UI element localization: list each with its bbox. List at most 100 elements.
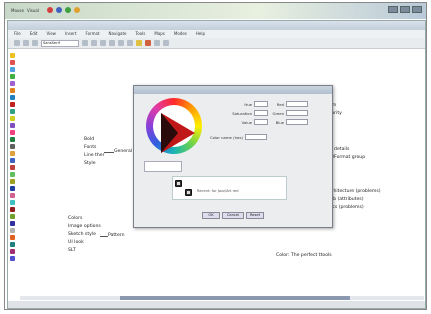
- open-icon[interactable]: [23, 40, 29, 46]
- palette-icon-14[interactable]: [10, 151, 15, 156]
- node-left2-1[interactable]: Colors: [68, 216, 82, 221]
- ok-button[interactable]: OK: [202, 212, 220, 219]
- close-button[interactable]: [412, 6, 422, 13]
- node-left-group[interactable]: General: [114, 149, 132, 154]
- palette-icon-10[interactable]: [10, 123, 15, 128]
- menu-bar: File Edit View Insert Format Navigate Tools Map…: [8, 30, 425, 38]
- palette-icon-19[interactable]: [10, 186, 15, 191]
- flag-icon[interactable]: [145, 40, 151, 46]
- node-left-1[interactable]: Bold: [84, 137, 94, 142]
- blue-input[interactable]: [286, 119, 308, 125]
- red-icon[interactable]: [47, 7, 53, 13]
- redo-icon[interactable]: [109, 40, 115, 46]
- blue-icon[interactable]: [56, 7, 62, 13]
- menu-item-1[interactable]: Edit: [30, 31, 38, 37]
- palette-icon-24[interactable]: [10, 221, 15, 226]
- icon-palette: [10, 51, 18, 301]
- hue-label: Hue: [244, 101, 252, 107]
- cancel-button[interactable]: Cancel: [222, 212, 244, 219]
- menu-item-7[interactable]: Maps: [154, 31, 165, 37]
- orange-icon[interactable]: [74, 7, 80, 13]
- color-swatch-icon[interactable]: [185, 189, 192, 196]
- saturation-input[interactable]: [254, 110, 268, 116]
- value-input[interactable]: [254, 119, 268, 125]
- menu-item-4[interactable]: Format: [85, 31, 99, 37]
- triangle-shade: [161, 113, 178, 153]
- palette-icon-13[interactable]: [10, 144, 15, 149]
- green-input[interactable]: [286, 110, 308, 116]
- hex-input[interactable]: [244, 134, 267, 140]
- menu-item-6[interactable]: Tools: [136, 31, 146, 37]
- palette-icon-20[interactable]: [10, 193, 15, 198]
- menu-item-2[interactable]: View: [46, 31, 56, 37]
- palette-icon-3[interactable]: [10, 74, 15, 79]
- node-left-4[interactable]: Style: [84, 161, 96, 166]
- palette-icon-29[interactable]: [10, 256, 15, 261]
- node-left-3[interactable]: Line ther: [84, 153, 104, 158]
- palette-icon-9[interactable]: [10, 116, 15, 121]
- menu-item-0[interactable]: File: [14, 31, 21, 37]
- green-icon[interactable]: [65, 7, 71, 13]
- eyedropper-icon[interactable]: [175, 180, 182, 187]
- node-left-2[interactable]: Fonts: [84, 145, 96, 150]
- menu-item-5[interactable]: Navigate: [109, 31, 127, 37]
- hex-label: Color name (hex): [210, 134, 243, 140]
- menu-item-8[interactable]: Modes: [174, 31, 187, 37]
- new-icon[interactable]: [14, 40, 20, 46]
- palette-icon-21[interactable]: [10, 200, 15, 205]
- node-left2-4[interactable]: UI look: [68, 240, 84, 245]
- palette-icon-6[interactable]: [10, 95, 15, 100]
- font-select[interactable]: SansSerif: [41, 39, 79, 47]
- palette-icon-11[interactable]: [10, 130, 15, 135]
- menu-item-3[interactable]: Insert: [65, 31, 76, 37]
- link-icon[interactable]: [154, 40, 160, 46]
- palette-icon-26[interactable]: [10, 235, 15, 240]
- undo-icon[interactable]: [100, 40, 106, 46]
- save-icon[interactable]: [32, 40, 38, 46]
- italic-icon[interactable]: [91, 40, 97, 46]
- toolbar: SansSerif: [8, 38, 425, 49]
- green-label: Green: [272, 110, 285, 116]
- red-input[interactable]: [286, 101, 308, 107]
- node-left2-2[interactable]: Image options: [68, 224, 101, 229]
- color-triangle-area[interactable]: [153, 105, 195, 153]
- palette-icon-27[interactable]: [10, 242, 15, 247]
- hue-input[interactable]: [254, 101, 268, 107]
- maximize-button[interactable]: [400, 6, 410, 13]
- node-left2-group[interactable]: Pattern: [108, 233, 125, 238]
- node-icon[interactable]: [163, 40, 169, 46]
- palette-icon-15[interactable]: [10, 158, 15, 163]
- scrollbar-thumb[interactable]: [120, 296, 350, 300]
- bold-icon[interactable]: [82, 40, 88, 46]
- palette-icon-7[interactable]: [10, 102, 15, 107]
- palette-icon-5[interactable]: [10, 88, 15, 93]
- zoom-out-icon[interactable]: [127, 40, 133, 46]
- palette-icon-17[interactable]: [10, 172, 15, 177]
- menu-item-9[interactable]: Help: [196, 31, 205, 37]
- reset-button[interactable]: Reset: [246, 212, 264, 219]
- palette-icon-1[interactable]: [10, 60, 15, 65]
- center-node[interactable]: Color: The perfect ttools: [276, 253, 332, 258]
- palette-icon-2[interactable]: [10, 67, 15, 72]
- star-icon[interactable]: [136, 40, 142, 46]
- minimize-button[interactable]: [388, 6, 398, 13]
- desktop-taskbar: Mouse Visual: [5, 3, 426, 19]
- zoom-in-icon[interactable]: [118, 40, 124, 46]
- horizontal-scrollbar[interactable]: [20, 296, 424, 300]
- node-left2-5[interactable]: SLT: [68, 248, 76, 253]
- palette-icon-23[interactable]: [10, 214, 15, 219]
- node-right3-1[interactable]: Architecture (problems): [326, 189, 381, 194]
- palette-icon-4[interactable]: [10, 81, 15, 86]
- status-bar: [8, 301, 425, 308]
- palette-icon-12[interactable]: [10, 137, 15, 142]
- palette-icon-22[interactable]: [10, 207, 15, 212]
- palette-icon-0[interactable]: [10, 53, 15, 58]
- node-left2-3[interactable]: Sketch style: [68, 232, 96, 237]
- palette-icon-8[interactable]: [10, 109, 15, 114]
- palette-icon-18[interactable]: [10, 179, 15, 184]
- palette-icon-28[interactable]: [10, 249, 15, 254]
- palette-icon-16[interactable]: [10, 165, 15, 170]
- palette-icon-25[interactable]: [10, 228, 15, 233]
- dialog-titlebar[interactable]: [134, 86, 332, 94]
- color-wheel[interactable]: [146, 98, 202, 154]
